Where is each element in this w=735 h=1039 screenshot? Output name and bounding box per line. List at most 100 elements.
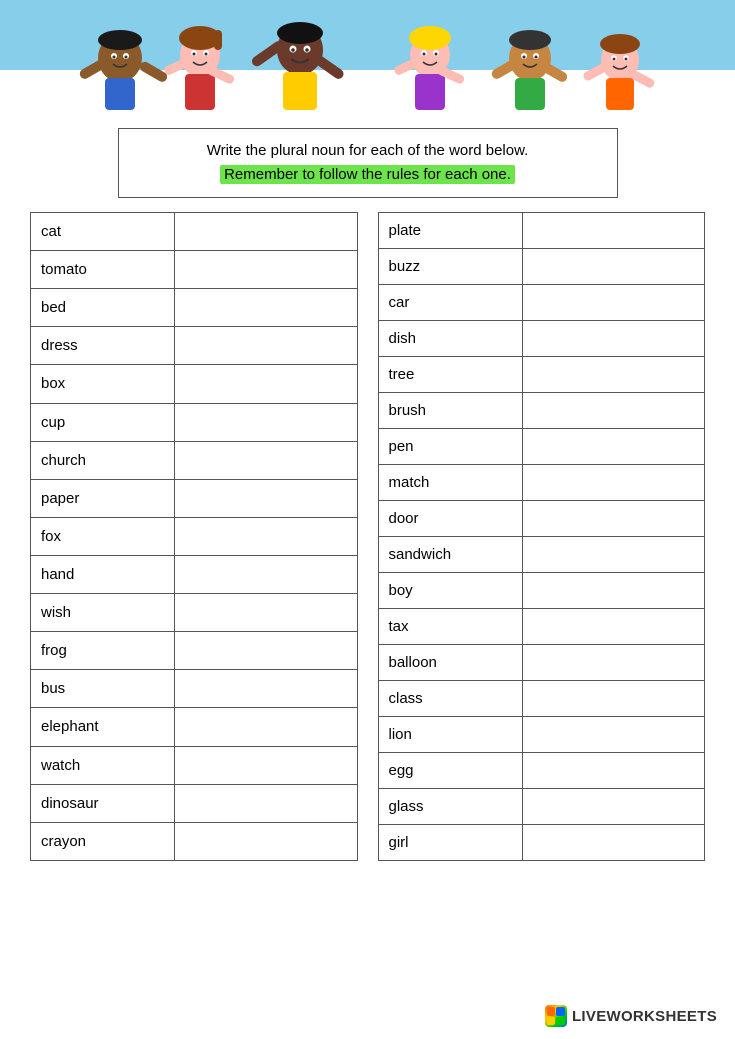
answer-cell[interactable] xyxy=(522,537,704,573)
table-row: elephant xyxy=(31,708,358,746)
answer-cell[interactable] xyxy=(522,789,704,825)
word-cell: dress xyxy=(31,327,175,365)
answer-cell[interactable] xyxy=(174,213,357,251)
answer-cell[interactable] xyxy=(522,717,704,753)
word-cell: church xyxy=(31,441,175,479)
answer-cell[interactable] xyxy=(174,594,357,632)
table-row: bed xyxy=(31,289,358,327)
answer-cell[interactable] xyxy=(522,753,704,789)
answer-cell[interactable] xyxy=(174,251,357,289)
word-cell: elephant xyxy=(31,708,175,746)
tables-container: cattomatobeddressboxcupchurchpaperfoxhan… xyxy=(0,212,735,861)
word-cell: egg xyxy=(378,753,522,789)
word-cell: watch xyxy=(31,746,175,784)
answer-cell[interactable] xyxy=(522,285,704,321)
word-cell: match xyxy=(378,465,522,501)
word-cell: girl xyxy=(378,825,522,861)
answer-cell[interactable] xyxy=(522,465,704,501)
word-cell: tomato xyxy=(31,251,175,289)
table-row: wish xyxy=(31,594,358,632)
table-row: cat xyxy=(31,213,358,251)
table-row: hand xyxy=(31,555,358,593)
word-cell: hand xyxy=(31,555,175,593)
table-row: egg xyxy=(378,753,705,789)
table-row: church xyxy=(31,441,358,479)
table-row: plate xyxy=(378,213,705,249)
table-row: dress xyxy=(31,327,358,365)
answer-cell[interactable] xyxy=(174,746,357,784)
answer-cell[interactable] xyxy=(174,632,357,670)
footer: LIVEWORKSHEETS xyxy=(545,1005,717,1027)
logo-text: LIVEWORKSHEETS xyxy=(572,1008,717,1025)
word-cell: cup xyxy=(31,403,175,441)
word-cell: dinosaur xyxy=(31,784,175,822)
table-row: car xyxy=(378,285,705,321)
table-row: tax xyxy=(378,609,705,645)
answer-cell[interactable] xyxy=(522,321,704,357)
table-row: paper xyxy=(31,479,358,517)
table-row: fox xyxy=(31,517,358,555)
table-row: dish xyxy=(378,321,705,357)
answer-cell[interactable] xyxy=(174,365,357,403)
word-cell: boy xyxy=(378,573,522,609)
answer-cell[interactable] xyxy=(174,479,357,517)
word-cell: plate xyxy=(378,213,522,249)
liveworksheets-logo: LIVEWORKSHEETS xyxy=(545,1005,717,1027)
word-cell: sandwich xyxy=(378,537,522,573)
table-row: cup xyxy=(31,403,358,441)
word-cell: balloon xyxy=(378,645,522,681)
answer-cell[interactable] xyxy=(522,681,704,717)
table-row: door xyxy=(378,501,705,537)
answer-cell[interactable] xyxy=(522,393,704,429)
table-row: dinosaur xyxy=(31,784,358,822)
answer-cell[interactable] xyxy=(522,213,704,249)
word-cell: box xyxy=(31,365,175,403)
answer-cell[interactable] xyxy=(522,573,704,609)
answer-cell[interactable] xyxy=(174,327,357,365)
word-cell: dish xyxy=(378,321,522,357)
word-cell: class xyxy=(378,681,522,717)
word-cell: bed xyxy=(31,289,175,327)
word-cell: glass xyxy=(378,789,522,825)
word-cell: brush xyxy=(378,393,522,429)
word-cell: buzz xyxy=(378,249,522,285)
table-row: pen xyxy=(378,429,705,465)
left-word-table: cattomatobeddressboxcupchurchpaperfoxhan… xyxy=(30,212,358,861)
logo-icon xyxy=(545,1005,567,1027)
answer-cell[interactable] xyxy=(522,501,704,537)
answer-cell[interactable] xyxy=(522,429,704,465)
word-cell: frog xyxy=(31,632,175,670)
instruction-line1: Write the plural noun for each of the wo… xyxy=(207,142,529,159)
word-cell: fox xyxy=(31,517,175,555)
answer-cell[interactable] xyxy=(174,517,357,555)
word-cell: bus xyxy=(31,670,175,708)
answer-cell[interactable] xyxy=(174,289,357,327)
table-row: buzz xyxy=(378,249,705,285)
table-row: bus xyxy=(31,670,358,708)
answer-cell[interactable] xyxy=(174,822,357,860)
table-row: tomato xyxy=(31,251,358,289)
answer-cell[interactable] xyxy=(522,825,704,861)
table-row: glass xyxy=(378,789,705,825)
table-row: frog xyxy=(31,632,358,670)
table-row: balloon xyxy=(378,645,705,681)
answer-cell[interactable] xyxy=(174,708,357,746)
table-row: lion xyxy=(378,717,705,753)
header-banner xyxy=(0,0,735,110)
answer-cell[interactable] xyxy=(174,784,357,822)
instruction-line2: Remember to follow the rules for each on… xyxy=(220,165,515,184)
answer-cell[interactable] xyxy=(174,555,357,593)
instructions-box: Write the plural noun for each of the wo… xyxy=(118,128,618,198)
answer-cell[interactable] xyxy=(174,670,357,708)
answer-cell[interactable] xyxy=(522,357,704,393)
table-row: match xyxy=(378,465,705,501)
word-cell: tree xyxy=(378,357,522,393)
answer-cell[interactable] xyxy=(522,609,704,645)
word-cell: door xyxy=(378,501,522,537)
answer-cell[interactable] xyxy=(174,403,357,441)
answer-cell[interactable] xyxy=(522,249,704,285)
answer-cell[interactable] xyxy=(174,441,357,479)
word-cell: lion xyxy=(378,717,522,753)
answer-cell[interactable] xyxy=(522,645,704,681)
word-cell: pen xyxy=(378,429,522,465)
